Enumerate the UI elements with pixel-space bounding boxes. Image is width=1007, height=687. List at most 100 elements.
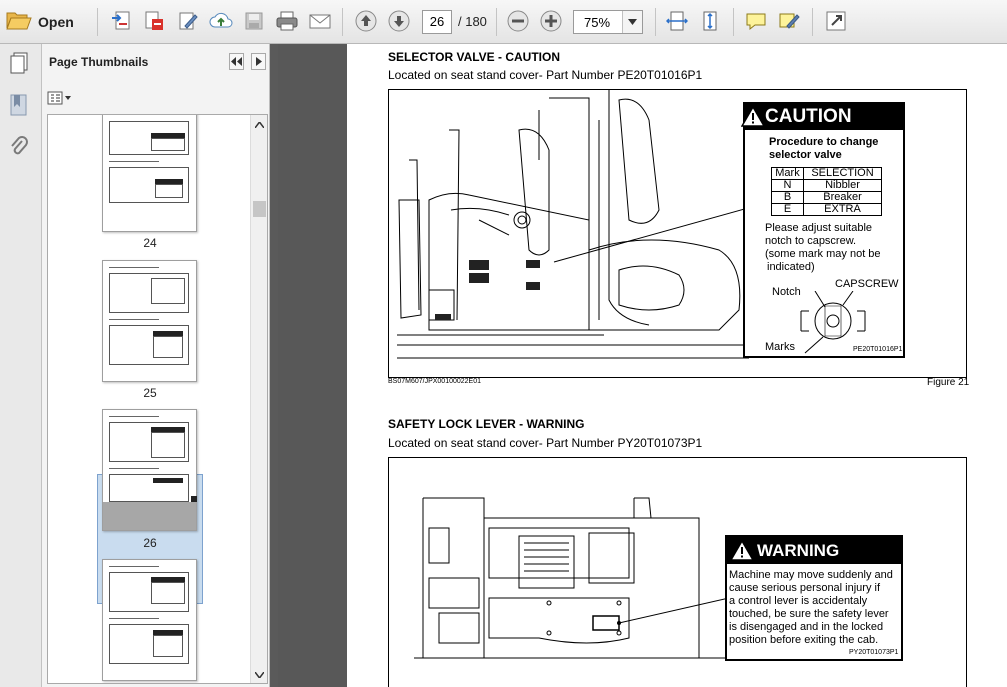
thumbnail-page-number: 24 — [143, 236, 157, 250]
collapse-panel-button[interactable] — [229, 53, 244, 70]
section-location: Located on seat stand cover- Part Number… — [388, 68, 703, 82]
email-button[interactable] — [307, 8, 333, 34]
table-cell: N — [771, 179, 804, 192]
previous-page-icon — [355, 10, 377, 32]
toolbar: Open 26 / 180 75% — [0, 0, 1007, 44]
edit-button[interactable] — [175, 8, 201, 34]
create-pdf-icon — [112, 11, 130, 30]
caution-label: CAUTION Procedure to change selector val… — [741, 102, 905, 358]
pdf-viewer-window: Open 26 / 180 75% Page Thumbnails 24 25 … — [0, 0, 1007, 687]
capscrew-label: CAPSCREW — [835, 278, 899, 290]
caution-note-line: Please adjust suitable — [765, 222, 873, 234]
zoom-in-icon — [540, 10, 562, 32]
warning-label: WARNING Machine may move suddenly and ca… — [725, 535, 903, 661]
print-icon — [276, 11, 298, 31]
zoom-out-button[interactable] — [505, 8, 531, 34]
caution-header-text: CAUTION — [765, 106, 852, 127]
highlight-button[interactable] — [776, 8, 802, 34]
caution-note-line: notch to capscrew. — [765, 235, 857, 247]
separator — [97, 8, 98, 36]
document-page: SELECTOR VALVE - CAUTION Located on seat… — [347, 44, 1007, 687]
options-icon — [47, 91, 71, 105]
section-location: Located on seat stand cover- Part Number… — [388, 436, 703, 450]
upload-icon — [209, 12, 233, 28]
thumbnails-panel: Page Thumbnails 24 25 26 — [42, 44, 270, 687]
separator — [342, 8, 343, 36]
table-header: SELECTION — [803, 167, 882, 180]
panel-splitter[interactable] — [270, 44, 278, 687]
thumbnail-list[interactable]: 24 25 26 — [47, 114, 268, 684]
figure-frame: WARNING Machine may move suddenly and ca… — [388, 457, 967, 687]
attachments-icon — [11, 136, 28, 155]
fit-page-button[interactable] — [697, 8, 723, 34]
double-chevron-left-icon — [231, 57, 242, 66]
page-number-input[interactable]: 26 — [422, 10, 452, 34]
table-header: Mark — [771, 167, 804, 180]
expand-button[interactable] — [823, 8, 849, 34]
warning-text-line: Machine may move suddenly and — [729, 569, 893, 581]
bookmark-icon — [10, 94, 27, 116]
page-thumbnails-button[interactable] — [6, 50, 32, 76]
scroll-up-icon[interactable] — [251, 117, 267, 133]
email-icon — [309, 14, 331, 29]
table-cell: Nibbler — [803, 179, 882, 192]
highlight-icon — [779, 13, 800, 29]
table-cell: EXTRA — [803, 203, 882, 216]
page-thumbnails-icon — [10, 52, 28, 74]
expand-icon — [826, 11, 846, 31]
scroll-down-icon[interactable] — [251, 667, 267, 683]
separator — [496, 8, 497, 36]
fit-width-icon — [666, 11, 688, 31]
safety-lever-illustration — [414, 497, 729, 659]
create-pdf-button[interactable] — [108, 8, 134, 34]
comment-button[interactable] — [743, 8, 769, 34]
warning-text-line: touched, be sure the safety lever — [729, 608, 889, 620]
thumbnail-page-number: 25 — [143, 386, 157, 400]
open-folder-icon — [6, 9, 32, 36]
save-button[interactable] — [241, 8, 267, 34]
thumbnail-page[interactable] — [102, 115, 197, 232]
previous-page-button[interactable] — [353, 8, 379, 34]
warning-text-line: cause serious personal injury if — [729, 582, 881, 594]
section-heading: SELECTOR VALVE - CAUTION — [388, 50, 561, 64]
open-label: Open — [38, 14, 74, 30]
options-menu-button[interactable] — [47, 89, 73, 107]
navigation-rail — [0, 44, 42, 687]
fit-width-button[interactable] — [664, 8, 690, 34]
thumbnail-page[interactable] — [102, 409, 197, 531]
fit-page-icon — [703, 11, 717, 31]
next-page-icon — [388, 10, 410, 32]
caution-header: CAUTION — [741, 104, 903, 130]
thumbnail-scrollbar[interactable] — [250, 115, 267, 683]
thumbnail-page-number: 26 — [143, 536, 157, 550]
document-canvas-background — [278, 44, 347, 687]
label-part-code: PY20T01073P1 — [849, 649, 899, 656]
thumbnail-page[interactable] — [102, 260, 197, 382]
bookmarks-button[interactable] — [6, 92, 32, 118]
separator — [655, 8, 656, 36]
panel-menu-button[interactable] — [251, 53, 266, 70]
warning-triangle-icon — [741, 106, 765, 127]
edit-icon — [179, 12, 198, 30]
separator — [812, 8, 813, 36]
thumbnail-page[interactable] — [102, 559, 197, 681]
chevron-down-icon[interactable] — [622, 11, 642, 33]
page-total: / 180 — [458, 14, 487, 29]
open-button[interactable]: Open — [6, 8, 74, 36]
zoom-out-icon — [507, 10, 529, 32]
table-cell: E — [771, 203, 804, 216]
print-button[interactable] — [274, 8, 300, 34]
attachments-button[interactable] — [6, 134, 32, 160]
upload-button[interactable] — [208, 8, 234, 34]
zoom-select[interactable]: 75% — [573, 10, 643, 34]
warning-header-text: WARNING — [757, 540, 840, 560]
convert-button[interactable] — [141, 8, 167, 34]
zoom-in-button[interactable] — [538, 8, 564, 34]
convert-icon — [145, 11, 163, 30]
caution-note-line: (some mark may not be — [765, 248, 881, 260]
scrollbar-thumb[interactable] — [253, 201, 266, 217]
section-heading: SAFETY LOCK LEVER - WARNING — [388, 417, 585, 431]
warning-text-line: a control lever is accidentaly — [729, 595, 868, 607]
comment-icon — [746, 13, 766, 31]
next-page-button[interactable] — [386, 8, 412, 34]
